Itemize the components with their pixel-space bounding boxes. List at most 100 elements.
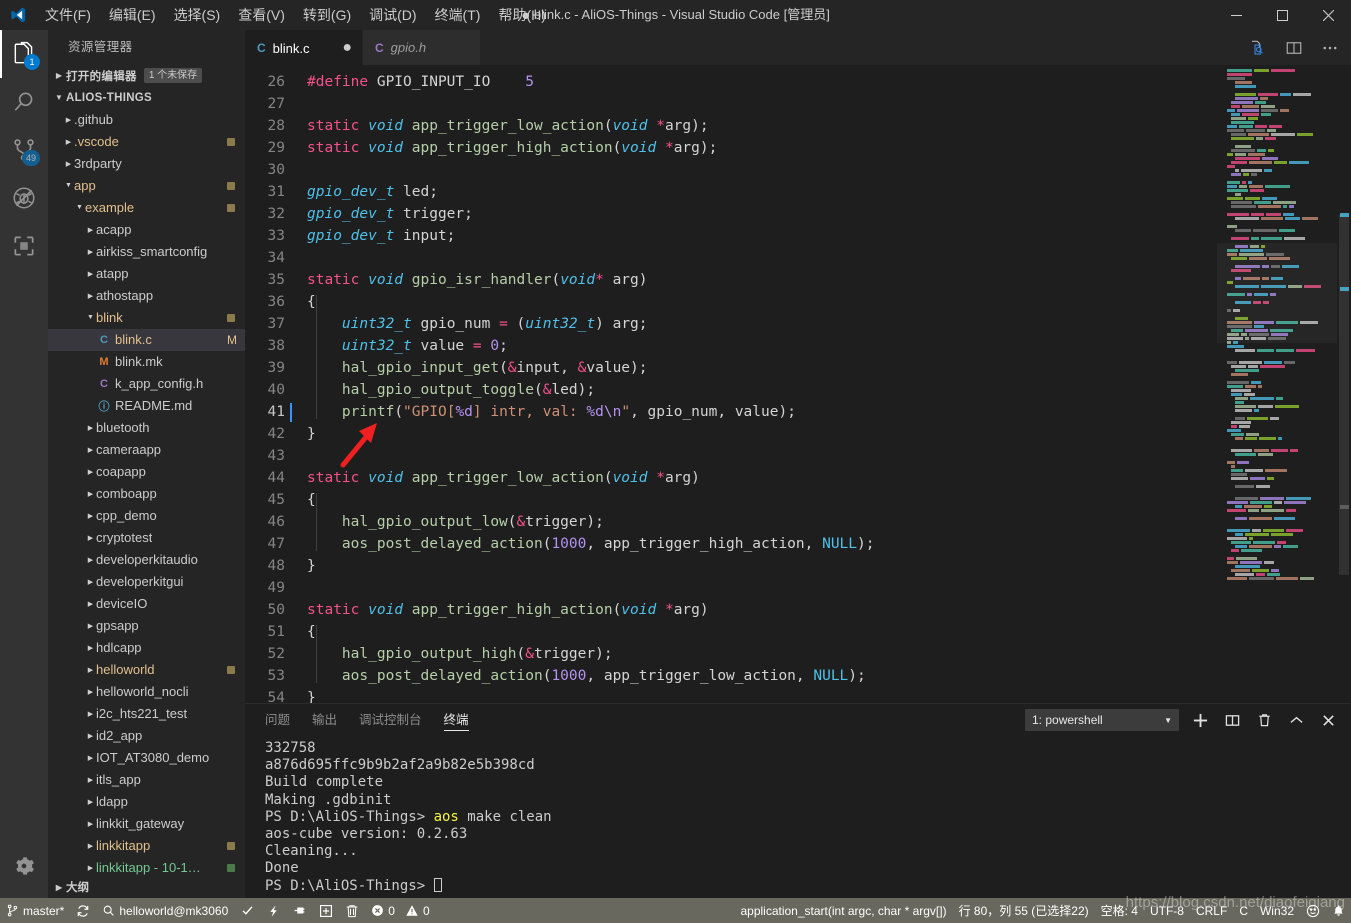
status-sync[interactable]: [70, 898, 96, 923]
menu-view[interactable]: 查看(V): [229, 0, 294, 30]
status-breadcrumb[interactable]: application_start(int argc, char * argv[…: [734, 898, 952, 923]
more-actions-icon[interactable]: [1319, 36, 1341, 60]
tree-item-cameraapp[interactable]: ▶ cameraapp: [48, 439, 245, 461]
tree-item-ldapp[interactable]: ▶ ldapp: [48, 791, 245, 813]
code-line[interactable]: 33 gpio_dev_t input;: [245, 225, 1217, 247]
tab-gpio-h[interactable]: C gpio.h: [363, 30, 481, 65]
panel-tab-output[interactable]: 输出: [312, 704, 337, 736]
code-line[interactable]: 28 static void app_trigger_low_action(voi…: [245, 115, 1217, 137]
status-flash[interactable]: [261, 898, 286, 923]
tree-item-hdlcapp[interactable]: ▶ hdlcapp: [48, 637, 245, 659]
tree-item-app[interactable]: ▼ app: [48, 175, 245, 197]
code-line[interactable]: 38 uint32_t value = 0;: [245, 335, 1217, 357]
split-terminal-icon[interactable]: [1221, 709, 1243, 731]
code-line[interactable]: 45 {: [245, 489, 1217, 511]
status-platform[interactable]: Win32: [1254, 898, 1300, 923]
code-line[interactable]: 46 hal_gpio_output_low(&trigger);: [245, 511, 1217, 533]
code-line[interactable]: 30: [245, 159, 1217, 181]
tree-item--github[interactable]: ▶ .github: [48, 109, 245, 131]
tree-item-iot-at3080-demo[interactable]: ▶ IOT_AT3080_demo: [48, 747, 245, 769]
menu-go[interactable]: 转到(G): [294, 0, 360, 30]
activitybar-search[interactable]: [0, 78, 48, 126]
tab-dirty-indicator[interactable]: ●: [328, 40, 352, 56]
code-line[interactable]: 47 aos_post_delayed_action(1000, app_tri…: [245, 533, 1217, 555]
code-line[interactable]: 40 hal_gpio_output_toggle(&led);: [245, 379, 1217, 401]
file-tree[interactable]: ▶ .github ▶ .vscode ▶ 3rdparty ▼ app ▼ example ▶ ac…: [48, 109, 245, 876]
code-line[interactable]: 37 uint32_t gpio_num = (uint32_t) arg;: [245, 313, 1217, 335]
tree-item-linkkit-gateway[interactable]: ▶ linkkit_gateway: [48, 813, 245, 835]
terminal-selector[interactable]: 1: powershell ▼: [1025, 709, 1179, 731]
open-changes-icon[interactable]: [1247, 36, 1269, 60]
code-line[interactable]: 42}: [245, 423, 1217, 445]
tree-item-atapp[interactable]: ▶ atapp: [48, 263, 245, 285]
close-panel-icon[interactable]: [1317, 709, 1339, 731]
activitybar-explorer[interactable]: 1: [0, 30, 48, 78]
maximize-panel-icon[interactable]: [1285, 709, 1307, 731]
code-line[interactable]: 39 hal_gpio_input_get(&input, &value);: [245, 357, 1217, 379]
code-line[interactable]: 35 static void gpio_isr_handler(void* arg…: [245, 269, 1217, 291]
code-line[interactable]: 43: [245, 445, 1217, 467]
tab-blink-c[interactable]: C blink.c ●: [245, 30, 363, 65]
code-line[interactable]: 49: [245, 577, 1217, 599]
terminal-output[interactable]: 332758 a876d695ffc9b9b2af2a9b82e5b398cd Bu…: [245, 736, 1351, 898]
tree-item-blink-mk[interactable]: Mblink.mk: [48, 351, 245, 373]
tree-item-athostapp[interactable]: ▶ athostapp: [48, 285, 245, 307]
activitybar-debug[interactable]: [0, 174, 48, 222]
editor-scrollbar[interactable]: [1337, 65, 1351, 703]
code-line[interactable]: 52 hal_gpio_output_high(&trigger);: [245, 643, 1217, 665]
code-editor[interactable]: 26 #define GPIO_INPUT_IO 5 27 28 static void…: [245, 65, 1351, 703]
code-line[interactable]: 27: [245, 93, 1217, 115]
tree-item-id2-app[interactable]: ▶ id2_app: [48, 725, 245, 747]
status-feedback[interactable]: [1300, 898, 1326, 923]
code-line[interactable]: 32 gpio_dev_t trigger;: [245, 203, 1217, 225]
tree-item-blink[interactable]: ▼ blink: [48, 307, 245, 329]
status-target[interactable]: helloworld@mk3060: [96, 898, 234, 923]
code-line[interactable]: 53 aos_post_delayed_action(1000, app_tri…: [245, 665, 1217, 687]
minimize-button[interactable]: [1213, 0, 1259, 30]
status-notifications[interactable]: [1326, 898, 1351, 923]
minimap[interactable]: [1217, 65, 1337, 703]
tree-item-airkiss-smartconfig[interactable]: ▶ airkiss_smartconfig: [48, 241, 245, 263]
tree-item-deviceio[interactable]: ▶ deviceIO: [48, 593, 245, 615]
status-problems[interactable]: 0 0: [365, 898, 435, 923]
code-line[interactable]: 26 #define GPIO_INPUT_IO 5: [245, 71, 1217, 93]
tree-item-blink-c[interactable]: Cblink.c M: [48, 328, 245, 351]
split-editor-icon[interactable]: [1283, 36, 1305, 60]
minimap-slider[interactable]: [1217, 243, 1337, 343]
open-editors-section[interactable]: ▶ 打开的编辑器 1 个未保存: [48, 65, 245, 87]
new-terminal-icon[interactable]: [1189, 709, 1211, 731]
status-language-mode[interactable]: C: [1233, 898, 1254, 923]
code-line[interactable]: 36 {: [245, 291, 1217, 313]
maximize-button[interactable]: [1259, 0, 1305, 30]
tree-item-helloworld[interactable]: ▶ helloworld: [48, 659, 245, 681]
code-lines[interactable]: 26 #define GPIO_INPUT_IO 5 27 28 static void…: [245, 65, 1217, 703]
tree-item-acapp[interactable]: ▶ acapp: [48, 219, 245, 241]
code-line[interactable]: 51 {: [245, 621, 1217, 643]
activitybar-extensions[interactable]: [0, 222, 48, 270]
workspace-section[interactable]: ▼ ALIOS-THINGS: [48, 87, 245, 109]
tree-item-gpsapp[interactable]: ▶ gpsapp: [48, 615, 245, 637]
code-line[interactable]: 41 printf("GPIO[%d] intr, val: %d\n", gp…: [245, 401, 1217, 423]
tree-item-helloworld-nocli[interactable]: ▶ helloworld_nocli: [48, 681, 245, 703]
outline-section[interactable]: ▶ 大纲: [48, 876, 245, 898]
menu-file[interactable]: 文件(F): [36, 0, 100, 30]
panel-tab-terminal[interactable]: 终端: [443, 704, 469, 736]
kill-terminal-icon[interactable]: [1253, 709, 1275, 731]
code-line[interactable]: 48}: [245, 555, 1217, 577]
status-clean[interactable]: [339, 898, 365, 923]
tree-item-comboapp[interactable]: ▶ comboapp: [48, 483, 245, 505]
activitybar-source-control[interactable]: 49: [0, 126, 48, 174]
menu-selection[interactable]: 选择(S): [165, 0, 230, 30]
status-encoding[interactable]: UTF-8: [1144, 898, 1190, 923]
status-build[interactable]: [234, 898, 261, 923]
tree-item-linkkitapp-10-1-[interactable]: ▶ linkkitapp - 10-1…: [48, 857, 245, 876]
code-line[interactable]: 29 static void app_trigger_high_action(vo…: [245, 137, 1217, 159]
code-line[interactable]: 44 static void app_trigger_low_action(voi…: [245, 467, 1217, 489]
panel-tab-debug-console[interactable]: 调试控制台: [359, 704, 422, 736]
tree-item--vscode[interactable]: ▶ .vscode: [48, 131, 245, 153]
scrollbar-thumb[interactable]: [1339, 215, 1349, 575]
tree-item-3rdparty[interactable]: ▶ 3rdparty: [48, 153, 245, 175]
status-monitor[interactable]: [286, 898, 313, 923]
status-cursor-position[interactable]: 行 80，列 55 (已选择22): [953, 898, 1095, 923]
tree-item-k-app-config-h[interactable]: Ck_app_config.h: [48, 373, 245, 395]
